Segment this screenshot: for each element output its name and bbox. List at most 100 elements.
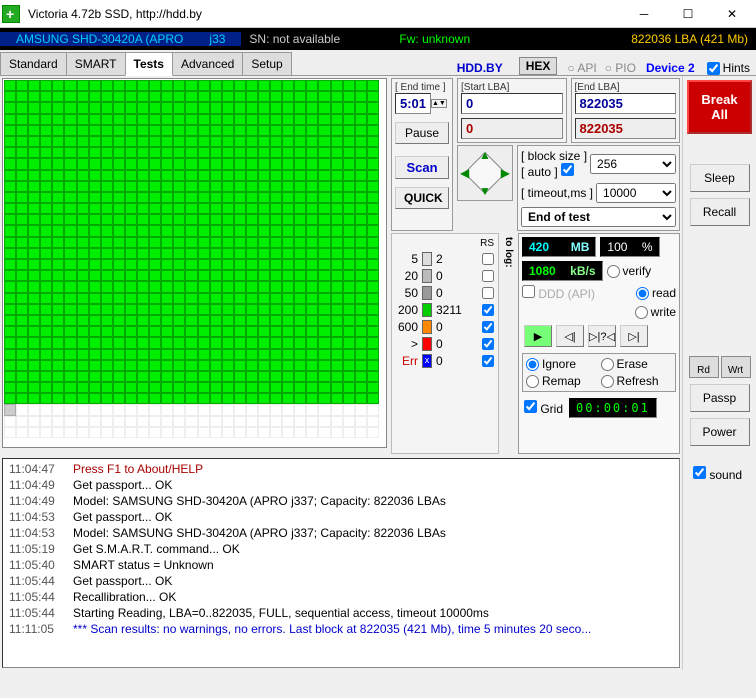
surface-block [101, 349, 113, 360]
erase-radio[interactable]: Erase [601, 357, 673, 371]
startlba-input[interactable]: 0 [461, 93, 563, 114]
passp-button[interactable]: Passp [690, 384, 750, 412]
surface-block [113, 237, 125, 248]
write-radio[interactable]: write [635, 305, 676, 319]
surface-block [40, 136, 52, 147]
surface-block [113, 393, 125, 404]
blocksize-select[interactable]: 256 [590, 154, 676, 174]
api-radio[interactable]: ○ API [567, 61, 596, 75]
endlba-input[interactable]: 822035 [575, 93, 677, 114]
grid-checkbox[interactable]: Grid [524, 400, 563, 416]
log-600-checkbox[interactable] [482, 321, 494, 333]
surface-block [173, 192, 185, 203]
surface-block [137, 136, 149, 147]
auto-checkbox[interactable] [561, 163, 574, 176]
prev-button[interactable]: ◁| [556, 325, 584, 347]
device-link[interactable]: Device 2 [646, 61, 695, 75]
nav-pad[interactable]: ▲ ▼ ◀ ▶ [457, 145, 513, 201]
refresh-radio[interactable]: Refresh [601, 374, 673, 388]
surface-block [318, 337, 330, 348]
surface-block [331, 136, 343, 147]
surface-block [258, 181, 270, 192]
recall-button[interactable]: Recall [690, 198, 750, 226]
surface-block [367, 237, 379, 248]
surface-block [40, 248, 52, 259]
surface-block [234, 281, 246, 292]
remap-radio[interactable]: Remap [526, 374, 598, 388]
surface-block [367, 225, 379, 236]
minimize-button[interactable]: ─ [622, 1, 666, 27]
surface-block [367, 393, 379, 404]
log-50-checkbox[interactable] [482, 287, 494, 299]
tab-advanced[interactable]: Advanced [172, 52, 243, 75]
sound-checkbox[interactable]: sound [693, 468, 742, 482]
log-panel[interactable]: 11:04:47Press F1 to About/HELP11:04:49Ge… [2, 458, 680, 668]
tab-standard[interactable]: Standard [0, 52, 67, 75]
surface-block [258, 259, 270, 270]
surface-block [306, 382, 318, 393]
timeout-select[interactable]: 10000 [596, 183, 676, 203]
hex-button[interactable]: HEX [519, 57, 558, 75]
surface-block [89, 293, 101, 304]
next-button[interactable]: ▷| [620, 325, 648, 347]
surface-block [77, 337, 89, 348]
play-button[interactable]: ▶ [524, 325, 552, 347]
surface-block [258, 147, 270, 158]
surface-block [270, 416, 282, 427]
tab-setup[interactable]: Setup [242, 52, 291, 75]
surface-block [113, 225, 125, 236]
endtime-value[interactable]: 5:01 [395, 93, 431, 114]
surface-block [282, 337, 294, 348]
surface-block [234, 371, 246, 382]
quick-button[interactable]: QUICK [395, 187, 449, 209]
surface-block [367, 203, 379, 214]
ignore-radio[interactable]: Ignore [526, 357, 598, 371]
surface-block [246, 203, 258, 214]
log-5-checkbox[interactable] [482, 253, 494, 265]
pause-button[interactable]: Pause [395, 122, 449, 144]
device-infobar: AMSUNG SHD-30420A (APRO j33 SN: not avai… [0, 28, 756, 50]
pio-radio[interactable]: ○ PIO [605, 61, 636, 75]
surface-block [318, 203, 330, 214]
surface-block [173, 237, 185, 248]
surface-block [28, 416, 40, 427]
endtest-select[interactable]: End of test [521, 207, 676, 227]
hints-checkbox[interactable]: Hints [707, 61, 750, 75]
surface-block [185, 80, 197, 91]
surface-block [40, 270, 52, 281]
log-err-checkbox[interactable] [482, 355, 494, 367]
surface-block [270, 293, 282, 304]
read-radio[interactable]: read [636, 286, 676, 300]
log-gt-checkbox[interactable] [482, 338, 494, 350]
surface-block [125, 147, 137, 158]
surface-block [367, 181, 379, 192]
surface-block [355, 170, 367, 181]
surface-block [210, 158, 222, 169]
surface-block [4, 170, 16, 181]
sleep-button[interactable]: Sleep [690, 164, 750, 192]
ddd-checkbox[interactable]: DDD (API) [522, 285, 595, 301]
surface-block [306, 214, 318, 225]
surface-block [89, 326, 101, 337]
surface-block [64, 404, 76, 415]
surface-block [28, 360, 40, 371]
break-all-button[interactable]: Break All [687, 80, 752, 134]
surface-block [64, 114, 76, 125]
close-button[interactable]: ✕ [710, 1, 754, 27]
surface-block [89, 416, 101, 427]
surface-block [185, 416, 197, 427]
scan-button[interactable]: Scan [395, 156, 449, 179]
verify-radio[interactable]: verify [607, 264, 652, 278]
log-200-checkbox[interactable] [482, 304, 494, 316]
surface-block [16, 315, 28, 326]
hddby-link[interactable]: HDD.BY [447, 61, 513, 75]
surface-block [246, 192, 258, 203]
tab-smart[interactable]: SMART [66, 52, 126, 75]
power-button[interactable]: Power [690, 418, 750, 446]
log-20-checkbox[interactable] [482, 270, 494, 282]
surface-block [161, 203, 173, 214]
surface-block [355, 382, 367, 393]
seek-button[interactable]: ▷|?◁ [588, 325, 616, 347]
maximize-button[interactable]: ☐ [666, 1, 710, 27]
tab-tests[interactable]: Tests [125, 52, 173, 76]
